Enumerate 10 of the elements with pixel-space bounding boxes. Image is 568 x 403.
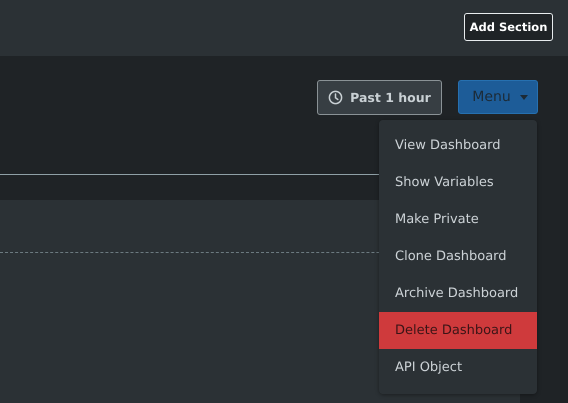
caret-icon bbox=[520, 94, 528, 100]
menu-item[interactable]: Clone Dashboard bbox=[379, 238, 537, 275]
time-range-button[interactable]: Past 1 hour bbox=[317, 80, 442, 115]
menu-item[interactable]: Archive Dashboard bbox=[379, 275, 537, 312]
menu-item[interactable]: API Object bbox=[379, 349, 537, 386]
menu-item[interactable]: Show Variables bbox=[379, 164, 537, 201]
add-section-button[interactable]: Add Section bbox=[464, 13, 553, 41]
menu-item[interactable]: View Dashboard bbox=[379, 127, 537, 164]
menu-item[interactable]: Make Private bbox=[379, 201, 537, 238]
clock-icon bbox=[328, 90, 344, 105]
